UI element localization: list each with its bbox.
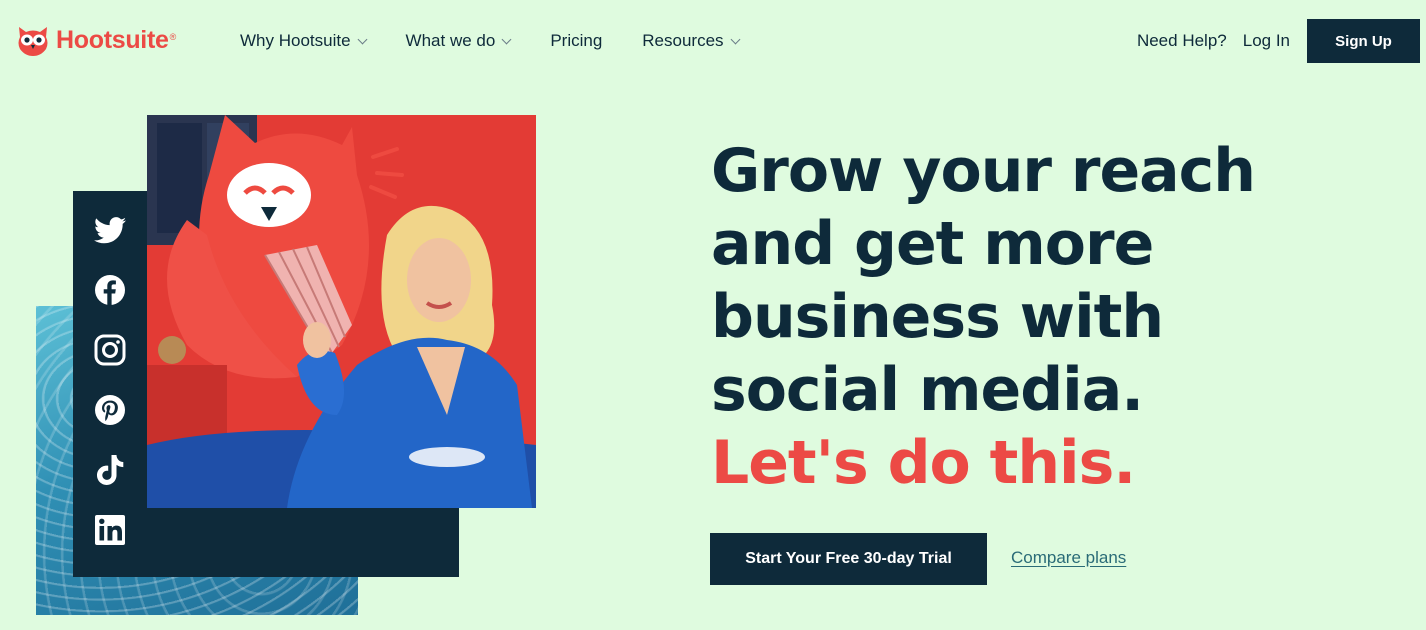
linkedin-icon[interactable] bbox=[93, 513, 127, 547]
headline-accent: Let's do this. bbox=[711, 428, 1136, 498]
site-header: Hootsuite ® Why Hootsuite What we do Pri… bbox=[0, 0, 1426, 82]
nav-label: Why Hootsuite bbox=[240, 31, 351, 50]
instagram-icon[interactable] bbox=[93, 333, 127, 367]
nav-label: What we do bbox=[405, 31, 496, 50]
pinterest-icon[interactable] bbox=[93, 393, 127, 427]
brand-name: Hootsuite bbox=[56, 25, 169, 54]
nav-resources[interactable]: Resources bbox=[642, 31, 740, 51]
nav-label: Resources bbox=[642, 31, 724, 50]
main-nav: Why Hootsuite What we do Pricing Resourc… bbox=[240, 0, 740, 82]
hero-headline: Grow your reach and get more business wi… bbox=[711, 135, 1411, 500]
log-in-link[interactable]: Log In bbox=[1243, 31, 1290, 51]
facebook-icon[interactable] bbox=[93, 273, 127, 307]
hero-photo bbox=[147, 115, 536, 508]
tiktok-icon[interactable] bbox=[93, 453, 127, 487]
nav-what-we-do[interactable]: What we do bbox=[405, 31, 512, 51]
hero-illustration bbox=[147, 115, 536, 508]
nav-label: Pricing bbox=[550, 31, 603, 50]
nav-why-hootsuite[interactable]: Why Hootsuite bbox=[240, 31, 367, 51]
owl-logo-icon bbox=[18, 27, 48, 56]
sign-up-button[interactable]: Sign Up bbox=[1307, 19, 1420, 63]
nav-pricing[interactable]: Pricing bbox=[550, 31, 602, 51]
headline-line: Grow your reach bbox=[711, 136, 1256, 206]
social-icon-column bbox=[73, 200, 147, 560]
chevron-down-icon bbox=[730, 34, 740, 44]
compare-plans-link[interactable]: Compare plans bbox=[1011, 548, 1126, 568]
free-trial-button[interactable]: Start Your Free 30-day Trial bbox=[710, 533, 987, 585]
chevron-down-icon bbox=[501, 34, 512, 44]
headline-line: social media. bbox=[711, 355, 1144, 425]
headline-line: and get more bbox=[711, 209, 1154, 279]
page: Hootsuite ® Why Hootsuite What we do Pri… bbox=[0, 0, 1426, 630]
twitter-icon[interactable] bbox=[93, 213, 127, 247]
chevron-down-icon bbox=[357, 34, 367, 44]
registered-mark: ® bbox=[169, 32, 177, 42]
hootsuite-logo[interactable]: Hootsuite ® bbox=[14, 21, 176, 59]
account-nav: Need Help? Log In Sign Up bbox=[1137, 19, 1420, 63]
headline-line: business with bbox=[711, 282, 1164, 352]
need-help-link[interactable]: Need Help? bbox=[1137, 31, 1227, 51]
